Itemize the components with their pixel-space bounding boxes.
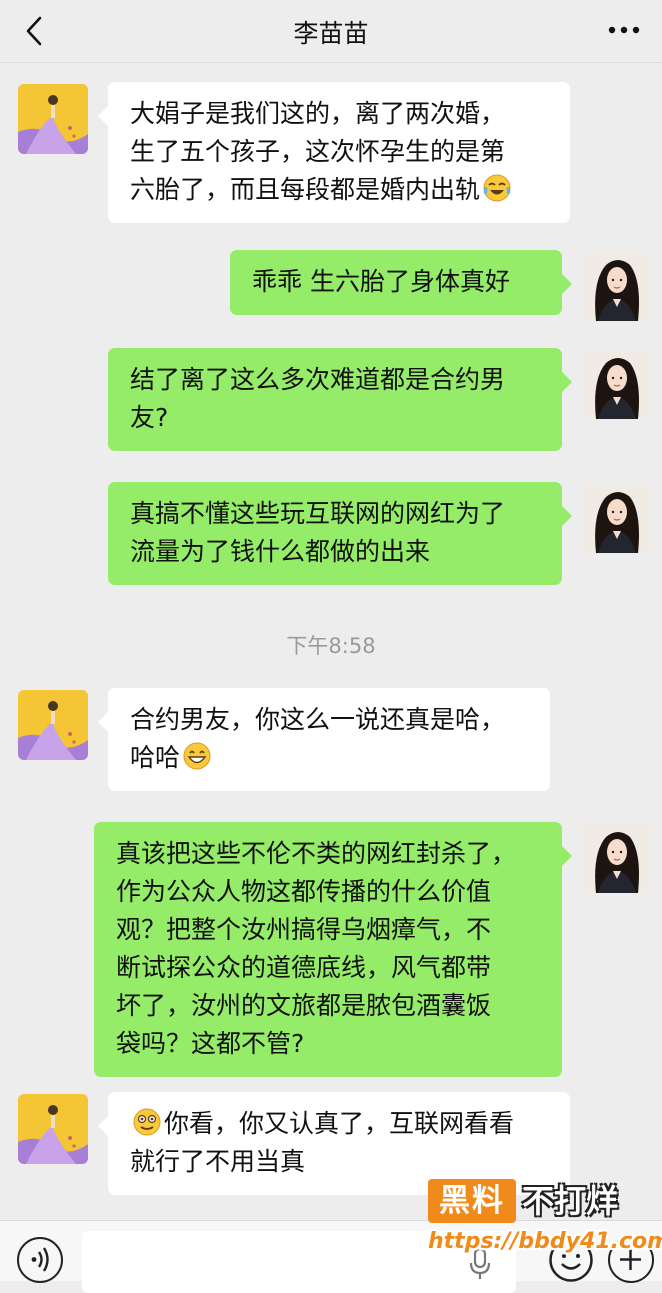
watermark-slogan: 不打烊 (522, 1182, 619, 1220)
message-text: 乖乖 生六胎了身体真好 (252, 267, 510, 296)
grinning-face-emoji (183, 742, 211, 770)
voice-mode-button[interactable] (17, 1237, 63, 1283)
message-bubble-outgoing[interactable]: 真该把这些不伦不类的网红封杀了， 作为公众人物这都传播的什么价值 观？把整个汝州… (94, 822, 572, 1077)
my-avatar-image (582, 349, 652, 419)
message-text: 结了离了这么多次难道都是合约男 友? (130, 365, 506, 432)
my-avatar-image (582, 823, 652, 893)
watermark-url: https://bbdy41.com (428, 1229, 662, 1254)
avatar-friend[interactable] (18, 84, 88, 154)
avatar-me[interactable] (582, 349, 652, 419)
avatar-me[interactable] (582, 823, 652, 893)
friend-avatar-image (18, 84, 88, 154)
avatar-me[interactable] (582, 251, 652, 321)
my-avatar-image (582, 483, 652, 553)
message-bubble-outgoing[interactable]: 乖乖 生六胎了身体真好 (230, 250, 572, 315)
message-text: 真搞不懂这些玩互联网的网红为了 流量为了钱什么都做的出来 (130, 499, 506, 566)
avatar-friend[interactable] (18, 690, 88, 760)
message-text: 真该把这些不伦不类的网红封杀了， 作为公众人物这都传播的什么价值 观？把整个汝州… (116, 839, 517, 1058)
site-watermark: 黑料 不打烊 https://bbdy41.com (428, 1179, 662, 1265)
friend-avatar-image (18, 690, 88, 760)
message-timestamp: 下午8:58 (286, 634, 376, 658)
my-avatar-image (582, 251, 652, 321)
more-options-icon[interactable] (604, 15, 644, 45)
chat-title: 李苗苗 (293, 19, 369, 48)
voice-wave-icon (31, 1247, 49, 1272)
message-text: 你看，你又认真了，互联网看看 就行了不用当真 (130, 1109, 515, 1176)
message-bubble-incoming[interactable]: 大娟子是我们这的，离了两次婚， 生了五个孩子，这次怀孕生的是第 六胎了，而且每段… (98, 82, 570, 223)
message-text: 大娟子是我们这的，离了两次婚， 生了五个孩子，这次怀孕生的是第 六胎了，而且每段… (130, 99, 506, 204)
squinting-face-emoji (133, 1108, 161, 1136)
watermark-box-text: 黑料 (428, 1179, 516, 1223)
message-bubble-outgoing[interactable]: 真搞不懂这些玩互联网的网红为了 流量为了钱什么都做的出来 (108, 482, 572, 585)
message-bubble-incoming[interactable]: 合约男友，你这么一说还真是哈， 哈哈 (98, 688, 550, 791)
chat-header: 李苗苗 (0, 0, 662, 63)
friend-avatar-image (18, 1094, 88, 1164)
face-with-tears-of-joy-emoji (483, 174, 511, 202)
avatar-friend[interactable] (18, 1094, 88, 1164)
avatar-me[interactable] (582, 483, 652, 553)
message-bubble-outgoing[interactable]: 结了离了这么多次难道都是合约男 友? (108, 348, 572, 451)
